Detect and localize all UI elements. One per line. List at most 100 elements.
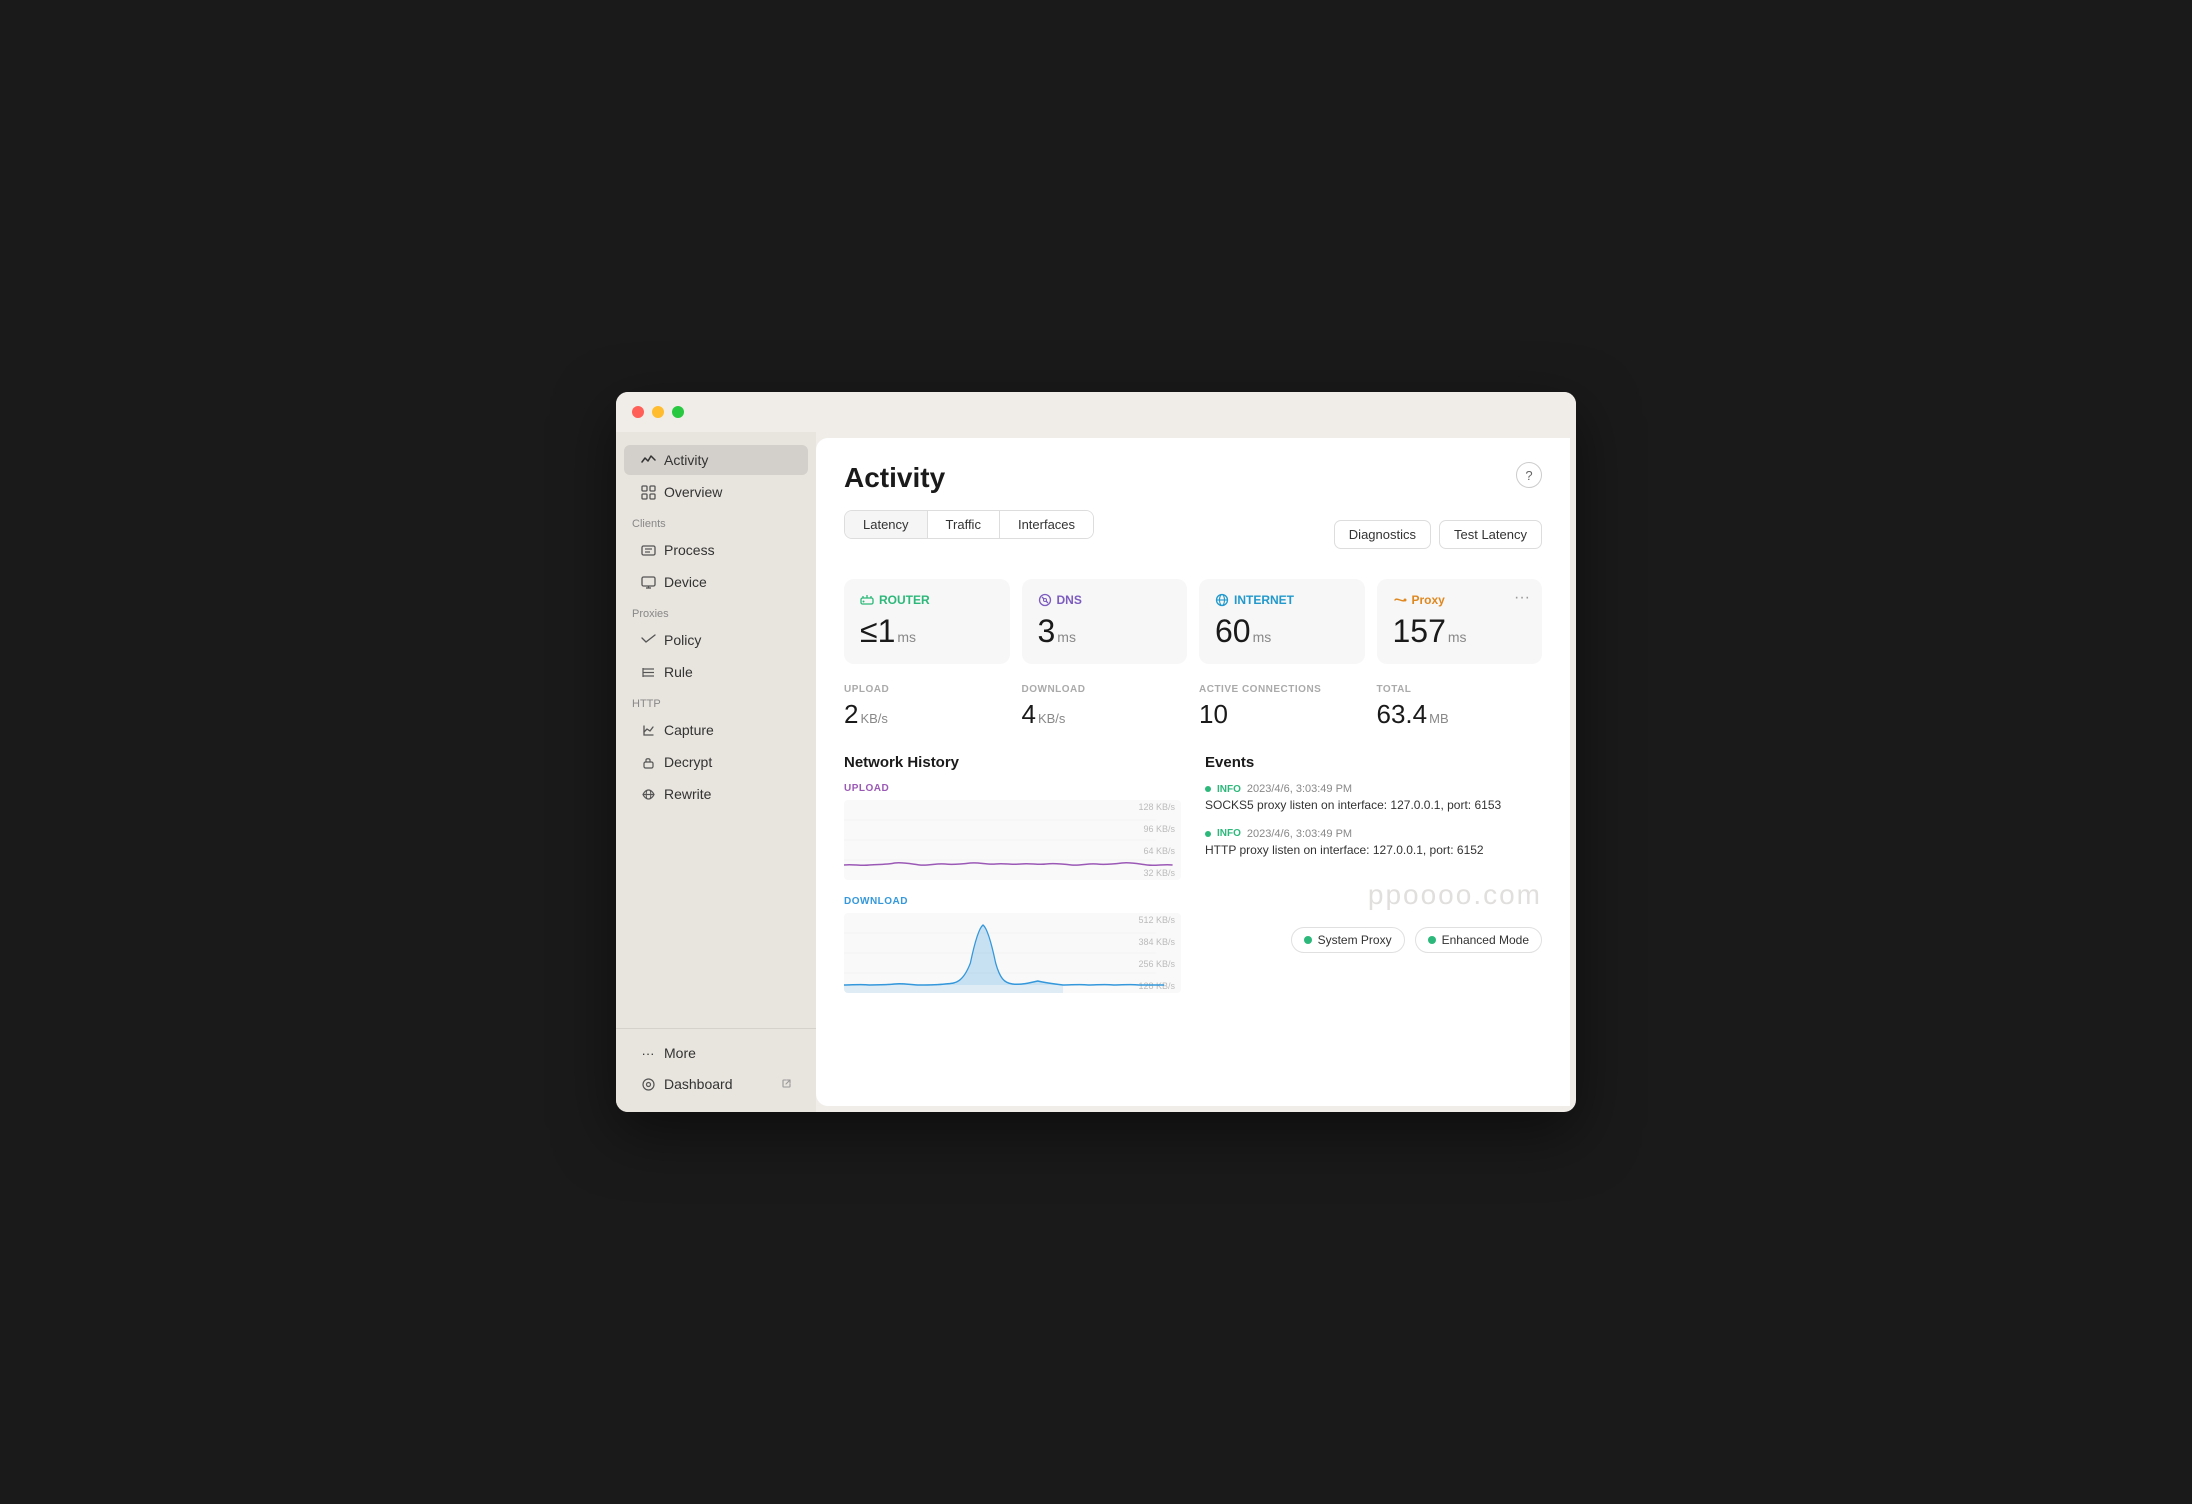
proxies-section-label: Proxies (616, 598, 816, 624)
proxy-icon (1393, 593, 1407, 607)
rewrite-icon (640, 786, 656, 802)
sidebar-item-capture[interactable]: Capture (624, 715, 808, 745)
proxy-label: Proxy (1393, 593, 1527, 607)
event-item-2: INFO 2023/4/6, 3:03:49 PM HTTP proxy lis… (1205, 828, 1542, 859)
tab-latency[interactable]: Latency (845, 511, 928, 538)
sidebar-item-label: Decrypt (664, 754, 712, 770)
diagnostics-button[interactable]: Diagnostics (1334, 520, 1431, 549)
event-time-1: 2023/4/6, 3:03:49 PM (1247, 783, 1352, 795)
overview-icon (640, 484, 656, 500)
status-bar: System Proxy Enhanced Mode (1205, 927, 1542, 953)
test-latency-button[interactable]: Test Latency (1439, 520, 1542, 549)
header-right: ? (1516, 462, 1542, 488)
enhanced-mode-label: Enhanced Mode (1442, 933, 1529, 947)
sidebar-item-process[interactable]: Process (624, 535, 808, 565)
sidebar-item-activity[interactable]: Activity (624, 445, 808, 475)
upload-chart-svg (844, 800, 1181, 880)
dns-label: DNS (1038, 593, 1172, 607)
stat-connections: ACTIVE CONNECTIONS 10 (1199, 684, 1365, 730)
tab-interfaces[interactable]: Interfaces (1000, 511, 1093, 538)
app-window: Activity Overview Clients (616, 392, 1576, 1112)
sidebar-item-label: More (664, 1045, 696, 1061)
stat-total: TOTAL 63.4 MB (1377, 684, 1543, 730)
internet-value: 60 ms (1215, 613, 1349, 650)
rule-icon (640, 664, 656, 680)
sidebar-item-policy[interactable]: Policy (624, 625, 808, 655)
event-text-2: HTTP proxy listen on interface: 127.0.0.… (1205, 842, 1542, 859)
tab-group: Latency Traffic Interfaces (844, 510, 1094, 539)
main-content: Activity ? Latency Traffic Interfaces (816, 438, 1570, 1106)
activity-icon (640, 452, 656, 468)
latency-card-proxy: ··· Proxy 157 ms (1377, 579, 1543, 664)
sidebar-item-label: Device (664, 574, 707, 590)
dns-icon (1038, 593, 1052, 607)
sidebar-item-label: Rule (664, 664, 693, 680)
sidebar-item-rewrite[interactable]: Rewrite (624, 779, 808, 809)
internet-label: INTERNET (1215, 593, 1349, 607)
network-history: Network History UPLOAD 128 KB/s 96 KB/s … (844, 754, 1181, 1009)
app-body: Activity Overview Clients (616, 432, 1576, 1112)
device-icon (640, 574, 656, 590)
title-bar (616, 392, 1576, 432)
download-chart-svg (844, 913, 1181, 993)
external-link-icon (781, 1076, 792, 1092)
event-badge-2: INFO (1217, 828, 1241, 839)
sidebar-item-label: Capture (664, 722, 714, 738)
proxy-more-button[interactable]: ··· (1514, 589, 1530, 607)
close-button[interactable] (632, 406, 644, 418)
download-chart-area: 512 KB/s 384 KB/s 256 KB/s 128 KB/s (844, 913, 1181, 993)
tab-traffic[interactable]: Traffic (928, 511, 1000, 538)
stat-upload: UPLOAD 2 KB/s (844, 684, 1010, 730)
sidebar-item-dashboard[interactable]: Dashboard (624, 1069, 808, 1099)
latency-cards: ROUTER ≤1 ms DNS (844, 579, 1542, 664)
events-title: Events (1205, 754, 1542, 771)
dashboard-icon (640, 1076, 656, 1092)
router-label: ROUTER (860, 593, 994, 607)
latency-card-router: ROUTER ≤1 ms (844, 579, 1010, 664)
top-bar: Latency Traffic Interfaces Diagnostics T… (844, 510, 1542, 559)
sidebar-item-label: Process (664, 542, 715, 558)
download-chart: DOWNLOAD 512 KB/s 384 KB/s 256 KB/s 128 … (844, 896, 1181, 993)
sidebar-item-overview[interactable]: Overview (624, 477, 808, 507)
sidebar-item-device[interactable]: Device (624, 567, 808, 597)
events-section: Events INFO 2023/4/6, 3:03:49 PM SOCKS5 … (1205, 754, 1542, 1009)
enhanced-mode-pill[interactable]: Enhanced Mode (1415, 927, 1542, 953)
http-section-label: HTTP (616, 688, 816, 714)
sidebar-item-label: Policy (664, 632, 701, 648)
stat-download: DOWNLOAD 4 KB/s (1022, 684, 1188, 730)
help-button[interactable]: ? (1516, 462, 1542, 488)
sidebar-item-label: Activity (664, 452, 708, 468)
router-icon (860, 593, 874, 607)
sidebar-item-rule[interactable]: Rule (624, 657, 808, 687)
sidebar-item-label: Rewrite (664, 786, 711, 802)
event-dot-2 (1205, 831, 1211, 837)
process-icon (640, 542, 656, 558)
decrypt-icon (640, 754, 656, 770)
upload-chart-label: UPLOAD (844, 783, 1181, 794)
proxy-value: 157 ms (1393, 613, 1527, 650)
event-dot-1 (1205, 786, 1211, 792)
minimize-button[interactable] (652, 406, 664, 418)
upload-chart: UPLOAD 128 KB/s 96 KB/s 64 KB/s 32 KB/s (844, 783, 1181, 880)
event-time-2: 2023/4/6, 3:03:49 PM (1247, 828, 1352, 840)
enhanced-mode-dot (1428, 936, 1436, 944)
page-header: Activity ? (844, 462, 1542, 494)
sidebar-item-more[interactable]: ··· More (624, 1038, 808, 1068)
policy-icon (640, 632, 656, 648)
maximize-button[interactable] (672, 406, 684, 418)
router-value: ≤1 ms (860, 613, 994, 650)
page-title: Activity (844, 462, 945, 494)
sidebar-bottom: ··· More Dashboard (616, 1028, 816, 1100)
dns-value: 3 ms (1038, 613, 1172, 650)
network-history-title: Network History (844, 754, 1181, 771)
sidebar-item-label: Dashboard (664, 1076, 733, 1092)
capture-icon (640, 722, 656, 738)
system-proxy-label: System Proxy (1318, 933, 1392, 947)
latency-card-internet: INTERNET 60 ms (1199, 579, 1365, 664)
download-chart-label: DOWNLOAD (844, 896, 1181, 907)
system-proxy-pill[interactable]: System Proxy (1291, 927, 1405, 953)
lower-section: Network History UPLOAD 128 KB/s 96 KB/s … (844, 754, 1542, 1009)
sidebar: Activity Overview Clients (616, 432, 816, 1112)
sidebar-item-decrypt[interactable]: Decrypt (624, 747, 808, 777)
watermark: ppoooo.com (1205, 879, 1542, 911)
